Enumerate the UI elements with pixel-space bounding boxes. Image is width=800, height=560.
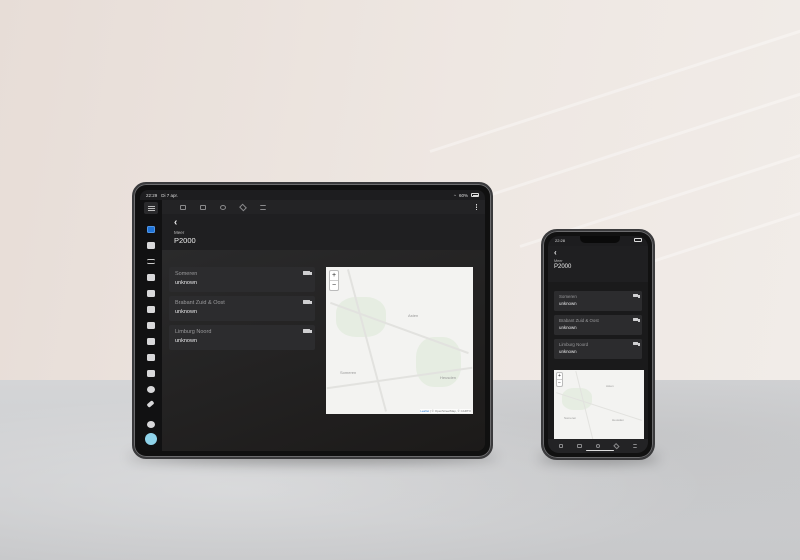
status-date: Di 7 apr.: [161, 192, 179, 198]
sensor-card[interactable]: Limburg Noord unknown: [554, 339, 642, 359]
tablet-device: 22:29 Di 7 apr. ◔ 60% ‹ Meer P2000 Somer…: [132, 182, 493, 459]
send-icon[interactable]: [613, 442, 620, 450]
zoom-in-button[interactable]: +: [330, 271, 338, 281]
wifi-icon: ◔: [453, 192, 456, 198]
tablet-status-bar: 22:29 Di 7 apr. ◔ 60%: [140, 190, 485, 200]
sensor-card[interactable]: Someren unknown: [554, 291, 642, 311]
top-nav: [162, 200, 485, 214]
menu-button[interactable]: [144, 202, 158, 214]
page-subtitle: Meer: [554, 259, 563, 263]
network-icon[interactable]: [147, 354, 155, 361]
back-arrow-icon[interactable]: ‹: [554, 249, 648, 257]
phone-status-time: 22:28: [555, 238, 566, 243]
page-title: P2000: [554, 264, 572, 270]
map-view[interactable]: + − Asten Someren Heusden: [554, 370, 644, 442]
tablet-screen: 22:29 Di 7 apr. ◔ 60% ‹ Meer P2000 Somer…: [140, 190, 485, 451]
page-subtitle: Meer: [174, 230, 185, 235]
home-indicator: [586, 449, 614, 451]
truck-icon: [632, 294, 640, 299]
map-road: [347, 269, 387, 412]
map-label: Asten: [606, 384, 614, 388]
sensor-card[interactable]: Brabant Zuid & Oost unknown: [554, 315, 642, 335]
sensor-card[interactable]: Brabant Zuid & Oost unknown: [169, 296, 315, 321]
truck-icon: [303, 329, 312, 333]
map-icon[interactable]: [147, 338, 155, 345]
map-label: Someren: [564, 416, 577, 420]
sensor-name: Brabant Zuid & Oost: [175, 300, 225, 306]
light-ray: [469, 82, 800, 203]
overview-icon[interactable]: [147, 226, 155, 233]
page-header: ‹ Meer P2000: [162, 214, 485, 250]
sensor-value: unknown: [175, 280, 198, 286]
settings-icon[interactable]: [220, 204, 226, 210]
menu-lines-icon[interactable]: [260, 204, 266, 210]
attribution-text: | © OpenStreetMap, © CARTO: [430, 409, 471, 413]
map-attribution: Leaflet | © OpenStreetMap, © CARTO: [420, 409, 471, 413]
zoom-in-button[interactable]: +: [557, 373, 562, 380]
sensor-value: unknown: [559, 325, 577, 330]
hamburger-icon: [147, 205, 155, 211]
main-content: Someren unknown Brabant Zuid & Oost unkn…: [162, 250, 485, 451]
zoom-out-button[interactable]: −: [330, 281, 338, 290]
home-icon[interactable]: [180, 204, 186, 210]
send-icon[interactable]: [239, 203, 247, 211]
home-icon[interactable]: [558, 444, 564, 448]
menu-lines-icon[interactable]: [632, 444, 637, 448]
status-time: 22:29: [146, 192, 158, 198]
sensor-value: unknown: [175, 338, 198, 344]
sensor-name: Someren: [175, 271, 198, 277]
zoom-out-button[interactable]: −: [557, 380, 562, 386]
back-arrow-icon[interactable]: ‹: [174, 218, 485, 228]
sensor-name: Brabant Zuid & Oost: [559, 318, 599, 323]
map-label: Someren: [340, 370, 357, 375]
camera-icon[interactable]: [200, 204, 206, 210]
truck-icon: [632, 342, 640, 347]
camera-icon[interactable]: [577, 444, 582, 448]
phone-screen: 22:28 ‹ Meer P2000 Someren unknown Braba…: [548, 236, 648, 453]
sensor-name: Limburg Noord: [175, 329, 212, 335]
phone-page-header: ‹ Meer P2000: [548, 246, 648, 282]
sidebar: [140, 200, 162, 451]
sensor-card[interactable]: Limburg Noord unknown: [169, 325, 315, 350]
map-zoom-control: + −: [329, 270, 339, 291]
sensor-card[interactable]: Someren unknown: [169, 267, 315, 292]
history-icon[interactable]: [147, 322, 155, 329]
map-zoom-control: + −: [556, 372, 563, 387]
bell-icon[interactable]: [147, 421, 155, 428]
map-label: Heusden: [440, 375, 457, 380]
hammer-icon[interactable]: [146, 400, 155, 408]
map-view[interactable]: + − Asten Someren Heusden Leaflet | © Op…: [326, 267, 473, 414]
page-title: P2000: [174, 236, 196, 245]
avatar[interactable]: [145, 433, 157, 445]
shield-icon[interactable]: [147, 290, 155, 297]
battery-icon: [634, 238, 642, 242]
person-icon[interactable]: [147, 242, 155, 249]
more-options-icon[interactable]: [475, 204, 477, 210]
energy-icon[interactable]: [147, 306, 155, 313]
sensor-value: unknown: [559, 349, 577, 354]
logbook-icon[interactable]: [147, 274, 155, 281]
truck-icon: [632, 318, 640, 323]
settings-icon[interactable]: [595, 444, 601, 448]
map-label: Heusden: [612, 418, 625, 422]
sensor-name: Limburg Noord: [559, 342, 589, 347]
battery-percent: 60%: [458, 192, 468, 198]
phone-main-content: Someren unknown Brabant Zuid & Oost unkn…: [548, 282, 648, 442]
phone-device: 22:28 ‹ Meer P2000 Someren unknown Braba…: [541, 229, 655, 460]
sensor-value: unknown: [559, 301, 577, 306]
sensor-name: Someren: [559, 294, 577, 299]
leaflet-link[interactable]: Leaflet: [420, 409, 429, 413]
sensor-value: unknown: [175, 309, 198, 315]
code-icon[interactable]: [147, 370, 155, 377]
light-ray: [429, 20, 800, 153]
compass-icon[interactable]: [147, 386, 155, 393]
map-label: Asten: [408, 313, 419, 318]
list-icon[interactable]: [147, 259, 155, 264]
truck-icon: [303, 271, 312, 275]
battery-icon: [471, 193, 479, 197]
phone-notch: [580, 236, 620, 243]
truck-icon: [303, 300, 312, 304]
